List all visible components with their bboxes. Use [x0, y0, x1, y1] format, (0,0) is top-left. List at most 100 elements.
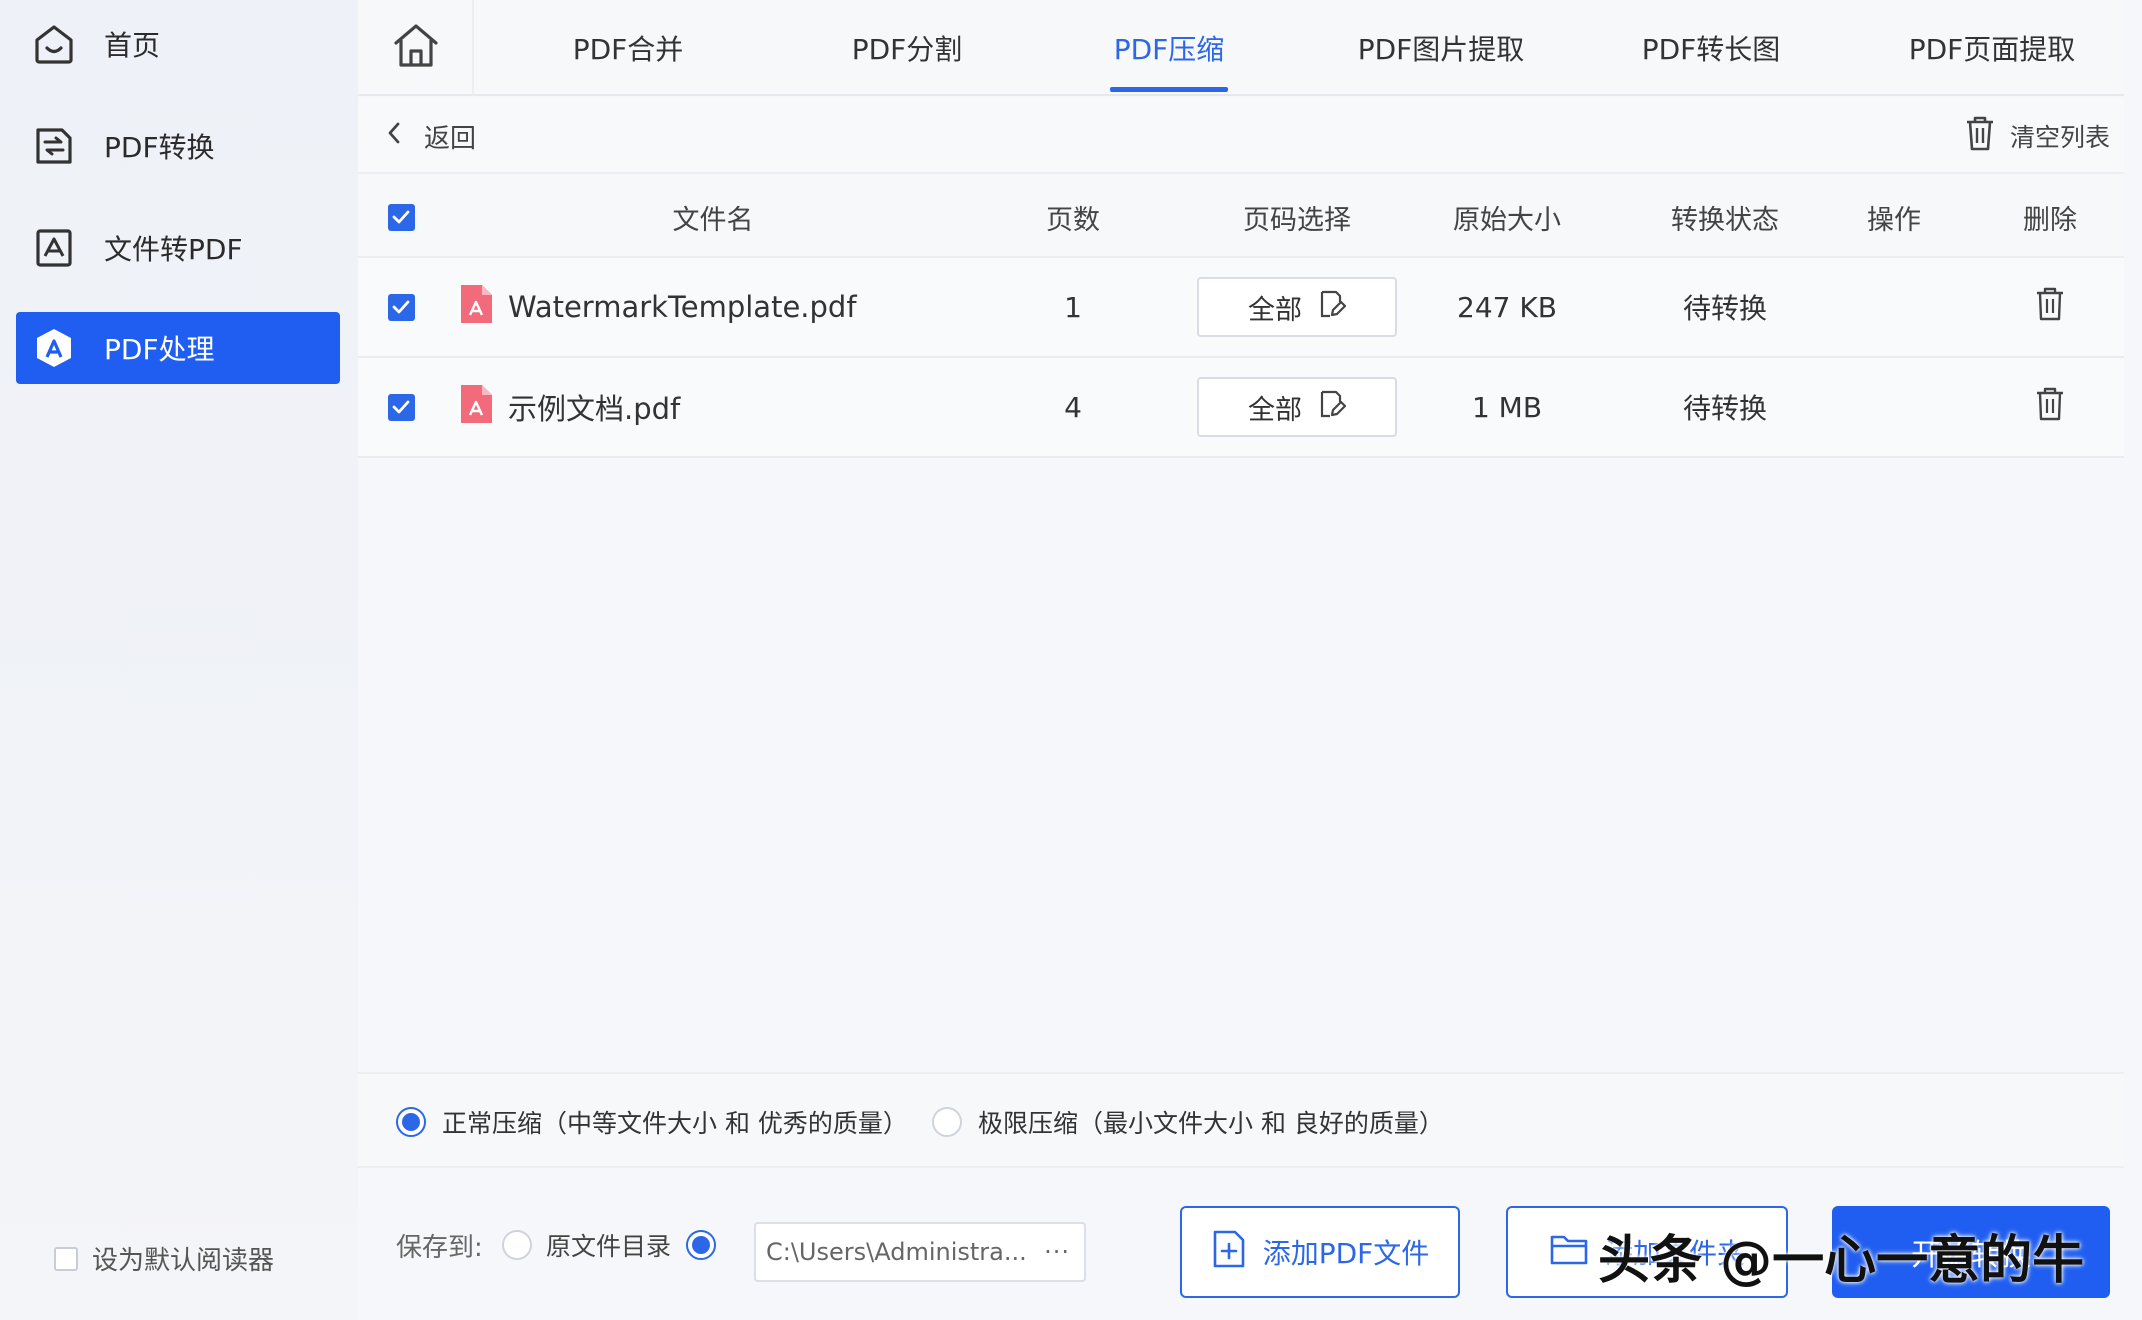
page-count: 1	[1064, 290, 1082, 324]
original-dir-label: 原文件目录	[546, 1232, 672, 1261]
page-select-label: 全部	[1248, 294, 1302, 326]
file-name: 示例文档.pdf	[508, 392, 681, 426]
compression-options: 正常压缩（中等文件大小 和 优秀的质量） 极限压缩（最小文件大小 和 良好的质量…	[358, 1072, 2124, 1168]
custom-dir-radio[interactable]	[686, 1230, 716, 1260]
file-list-empty-area	[358, 462, 2124, 1070]
normal-compression-radio[interactable]	[396, 1107, 426, 1137]
sidebar-item-pdf-convert[interactable]: PDF转换	[16, 110, 340, 182]
convert-icon	[30, 122, 78, 170]
conversion-status: 待转换	[1682, 392, 1767, 425]
conversion-status: 待转换	[1682, 292, 1767, 325]
delete-cell	[1990, 258, 2110, 356]
home-button[interactable]	[388, 18, 444, 74]
delete-cell	[1990, 358, 2110, 456]
edit-icon	[1318, 289, 1347, 326]
check-icon	[392, 300, 410, 314]
extreme-compression-radio[interactable]	[932, 1107, 962, 1137]
delete-row-button[interactable]	[2034, 386, 2066, 429]
header-page-select: 页码选择	[1243, 204, 1351, 236]
home-outline-icon	[394, 24, 438, 67]
trash-icon	[2037, 287, 2063, 320]
check-icon	[392, 400, 410, 414]
normal-compression-option[interactable]: 正常压缩（中等文件大小 和 优秀的质量）	[396, 1074, 908, 1170]
header-delete: 删除	[2023, 204, 2077, 236]
sidebar-item-file-to-pdf[interactable]: 文件转PDF	[16, 212, 340, 284]
select-all-checkbox[interactable]	[387, 203, 415, 231]
extreme-compression-option[interactable]: 极限压缩（最小文件大小 和 良好的质量）	[932, 1074, 1444, 1170]
extreme-compression-label: 极限压缩（最小文件大小 和 良好的质量）	[978, 1109, 1444, 1138]
page-select-cell: 全部	[1182, 358, 1412, 456]
table-row: WatermarkTemplate.pdf 1 全部 247 KB 待转换	[358, 258, 2124, 358]
default-reader-checkbox[interactable]	[54, 1246, 78, 1271]
trash-icon	[2037, 387, 2063, 420]
custom-dir-option[interactable]	[686, 1170, 732, 1320]
table-row: 示例文档.pdf 4 全部 1 MB 待转换	[358, 358, 2124, 458]
clear-list-button[interactable]: 清空列表	[1964, 114, 2110, 158]
file-to-pdf-icon	[30, 224, 78, 272]
page-select-button[interactable]: 全部	[1197, 377, 1397, 437]
save-original-dir-option[interactable]: 原文件目录	[502, 1170, 671, 1320]
save-path-value: C:\Users\Administra...	[766, 1238, 1027, 1266]
edit-icon	[1318, 389, 1347, 426]
save-path-input[interactable]: C:\Users\Administra... ···	[754, 1222, 1086, 1282]
save-to-label: 保存到:	[396, 1232, 483, 1263]
tab-pdf-compress[interactable]: PDF压缩	[1110, 0, 1228, 96]
pdf-process-icon	[30, 324, 78, 372]
top-tab-bar: PDF合并 PDF分割 PDF压缩 PDF图片提取 PDF转长图 PDF页面提取	[358, 0, 2124, 96]
page-select-label: 全部	[1248, 394, 1302, 426]
delete-row-button[interactable]	[2034, 286, 2066, 329]
add-pdf-file-button[interactable]: 添加PDF文件	[1180, 1206, 1460, 1298]
row-checkbox[interactable]	[387, 393, 415, 421]
file-size: 247 KB	[1457, 290, 1557, 324]
file-size: 1 MB	[1471, 390, 1543, 424]
watermark-text: 头条 @一心一意的牛	[1598, 1231, 2085, 1291]
normal-compression-label: 正常压缩（中等文件大小 和 优秀的质量）	[442, 1109, 908, 1138]
sidebar-item-label: PDF处理	[104, 333, 215, 366]
default-reader-option[interactable]: 设为默认阅读器	[54, 1240, 274, 1277]
file-name-cell: WatermarkTemplate.pdf	[458, 258, 958, 356]
add-pdf-file-label: 添加PDF文件	[1262, 1237, 1430, 1270]
table-header: 文件名 页数 页码选择 原始大小 转换状态 操作 删除	[358, 176, 2124, 258]
tab-pdf-image-extract[interactable]: PDF图片提取	[1354, 0, 1528, 96]
home-icon	[30, 20, 78, 68]
file-name: WatermarkTemplate.pdf	[508, 290, 857, 324]
sidebar-item-label: 文件转PDF	[104, 233, 243, 266]
pdf-file-icon	[458, 383, 494, 432]
tab-pdf-merge[interactable]: PDF合并	[558, 0, 698, 96]
row-checkbox[interactable]	[387, 293, 415, 321]
sidebar: 首页 PDF转换 文件转PDF PDF处理 设为默认阅读器	[0, 0, 358, 1320]
sidebar-item-home[interactable]: 首页	[16, 8, 340, 80]
page-count: 4	[1064, 390, 1082, 424]
page-select-button[interactable]: 全部	[1197, 277, 1397, 337]
header-size: 原始大小	[1453, 204, 1561, 236]
folder-icon	[1549, 1232, 1589, 1273]
back-bar: 返回 清空列表	[358, 98, 2124, 174]
clear-list-label: 清空列表	[2009, 123, 2110, 152]
check-icon	[392, 210, 410, 224]
browse-path-button[interactable]: ···	[1044, 1238, 1070, 1266]
tab-pdf-page-extract[interactable]: PDF页面提取	[1902, 0, 2082, 96]
sidebar-item-pdf-process[interactable]: PDF处理	[16, 312, 340, 384]
chevron-left-icon	[386, 120, 402, 153]
row-check-cell	[386, 258, 416, 356]
trash-icon	[1964, 114, 1996, 158]
original-dir-radio[interactable]	[502, 1230, 532, 1260]
header-status: 转换状态	[1671, 204, 1779, 236]
select-all-cell	[386, 176, 416, 258]
header-pages: 页数	[1046, 204, 1100, 236]
row-check-cell	[386, 358, 416, 456]
add-file-icon	[1211, 1229, 1247, 1276]
tab-pdf-to-long-image[interactable]: PDF转长图	[1636, 0, 1786, 96]
tab-separator	[472, 0, 474, 96]
file-name-cell: 示例文档.pdf	[458, 358, 958, 456]
sidebar-item-label: PDF转换	[104, 131, 215, 164]
header-filename: 文件名	[672, 204, 754, 236]
file-table: 文件名 页数 页码选择 原始大小 转换状态 操作 删除 WatermarkTem…	[358, 176, 2124, 458]
page-select-cell: 全部	[1182, 258, 1412, 356]
back-label: 返回	[424, 124, 477, 154]
default-reader-label: 设为默认阅读器	[92, 1246, 275, 1276]
header-action: 操作	[1867, 204, 1921, 236]
back-button[interactable]: 返回	[386, 118, 476, 155]
tab-pdf-split[interactable]: PDF分割	[832, 0, 982, 96]
sidebar-item-label: 首页	[104, 29, 161, 62]
